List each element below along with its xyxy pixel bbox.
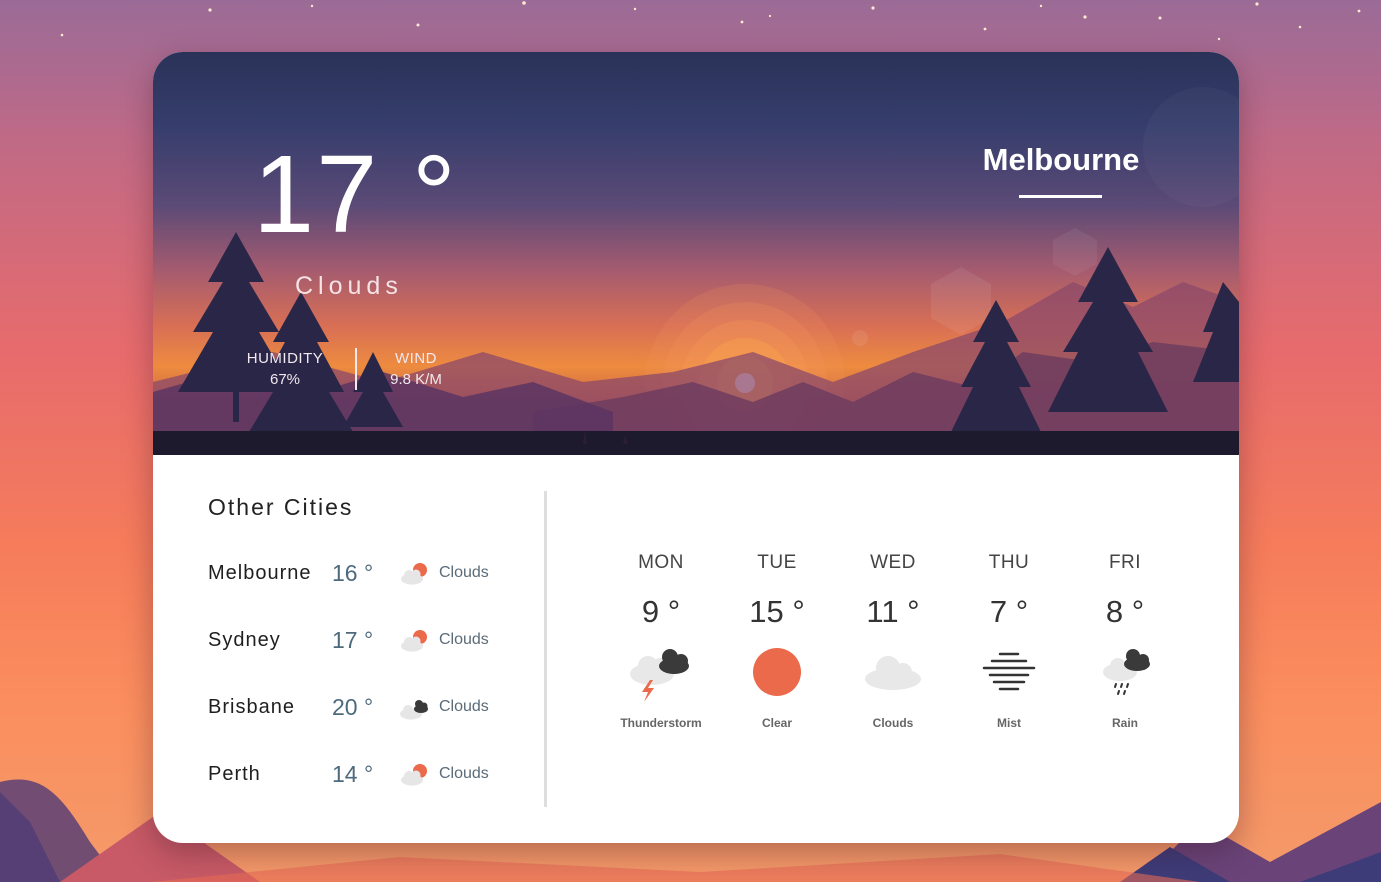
wind-stat: WIND 9.8 K/M <box>381 350 451 388</box>
city-condition: Clouds <box>439 564 489 581</box>
forecast-day-temp: 7 ° <box>989 594 1029 629</box>
forecast-day[interactable]: TUE 15 ° Clear <box>719 552 835 730</box>
humidity-stat: HUMIDITY 67% <box>245 350 325 388</box>
wind-label: WIND <box>395 350 437 367</box>
cloud-sun-icon <box>401 563 427 585</box>
city-temp: 17 ° <box>332 627 374 653</box>
city-condition: Clouds <box>439 631 489 648</box>
weekly-forecast: MON 9 ° Thunderstorm TUE 15 ° Clear WED <box>603 552 1183 762</box>
forecast-day[interactable]: THU 7 ° Mist <box>951 552 1067 730</box>
city-name: Melbourne <box>208 562 312 584</box>
humidity-value: 67% <box>269 371 301 388</box>
forecast-day-condition: Clouds <box>872 716 914 730</box>
current-city-title[interactable]: Melbourne <box>979 142 1143 178</box>
humidity-label: HUMIDITY <box>246 350 324 367</box>
cloud-sun-icon <box>401 764 427 786</box>
forecast-day-temp: 8 ° <box>1105 594 1145 629</box>
forecast-day-name: TUE <box>757 552 797 573</box>
forecast-day-temp: 15 ° <box>749 594 805 629</box>
forecast-day-name: MON <box>638 552 684 573</box>
stat-divider <box>355 348 357 390</box>
city-name: Perth <box>208 763 261 785</box>
sun-icon <box>753 648 801 696</box>
current-temperature: 17 ° <box>253 133 458 256</box>
cloud-icon <box>865 656 921 690</box>
weather-card: 17 ° Clouds HUMIDITY 67% WIND 9.8 K/M Me… <box>153 52 1239 843</box>
city-row[interactable]: Melbourne 16 ° Clouds <box>208 555 508 622</box>
city-row[interactable]: Brisbane 20 ° Clouds <box>208 689 508 756</box>
city-condition: Clouds <box>439 698 489 715</box>
city-row[interactable]: Perth 14 ° Clouds <box>208 756 508 823</box>
current-condition: Clouds <box>295 272 403 300</box>
rain-icon <box>1103 649 1150 695</box>
forecast-day-name: FRI <box>1108 552 1142 573</box>
thunderstorm-icon <box>630 649 689 702</box>
city-name: Brisbane <box>208 696 295 718</box>
section-divider <box>544 491 547 807</box>
forecast-day[interactable]: FRI 8 ° Rain <box>1067 552 1183 730</box>
city-underline <box>1019 195 1102 198</box>
other-cities-title: Other Cities <box>208 494 354 520</box>
forecast-day-temp: 9 ° <box>641 594 681 629</box>
city-temp: 14 ° <box>332 761 374 787</box>
forecast-day-temp: 11 ° <box>866 594 920 629</box>
other-cities-list: Melbourne 16 ° Clouds Sydney 17 ° Clouds… <box>208 555 508 823</box>
wind-value: 9.8 K/M <box>390 371 442 388</box>
hero-panel: 17 ° Clouds HUMIDITY 67% WIND 9.8 K/M Me… <box>153 52 1239 455</box>
forecast-day-condition: Thunderstorm <box>620 716 702 730</box>
forecast-day-name: WED <box>870 552 916 573</box>
forecast-day[interactable]: WED 11 ° Clouds <box>835 552 951 730</box>
cloud-sun-icon <box>401 630 427 652</box>
city-condition: Clouds <box>439 765 489 782</box>
forecast-day[interactable]: MON 9 ° Thunderstorm <box>603 552 719 730</box>
city-temp: 20 ° <box>332 694 374 720</box>
mist-icon <box>982 652 1036 691</box>
city-name: Sydney <box>208 629 281 651</box>
city-row[interactable]: Sydney 17 ° Clouds <box>208 622 508 689</box>
forecast-day-condition: Rain <box>1111 716 1138 730</box>
dark-clouds-icon <box>400 700 428 720</box>
forecast-day-condition: Mist <box>997 716 1021 730</box>
city-temp: 16 ° <box>332 560 374 586</box>
forecast-day-condition: Clear <box>761 716 793 730</box>
forecast-day-name: THU <box>988 552 1030 573</box>
